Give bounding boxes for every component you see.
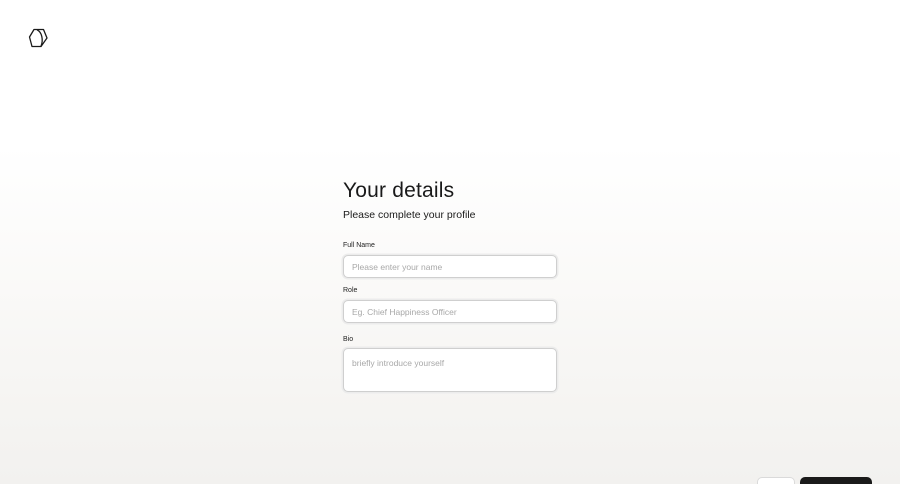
page-subtitle: Please complete your profile xyxy=(343,209,476,221)
back-button[interactable] xyxy=(757,477,795,484)
bio-textarea[interactable] xyxy=(343,348,557,392)
full-name-input[interactable] xyxy=(343,255,557,278)
page-title: Your details xyxy=(343,179,455,202)
bio-label: Bio xyxy=(343,336,354,343)
role-input[interactable] xyxy=(343,300,557,323)
continue-button[interactable] xyxy=(800,477,872,484)
app-logo-icon xyxy=(28,28,48,48)
full-name-label: Full Name xyxy=(343,242,375,249)
profile-form: Your details Please complete your profil… xyxy=(343,178,557,392)
role-label: Role xyxy=(343,287,358,294)
